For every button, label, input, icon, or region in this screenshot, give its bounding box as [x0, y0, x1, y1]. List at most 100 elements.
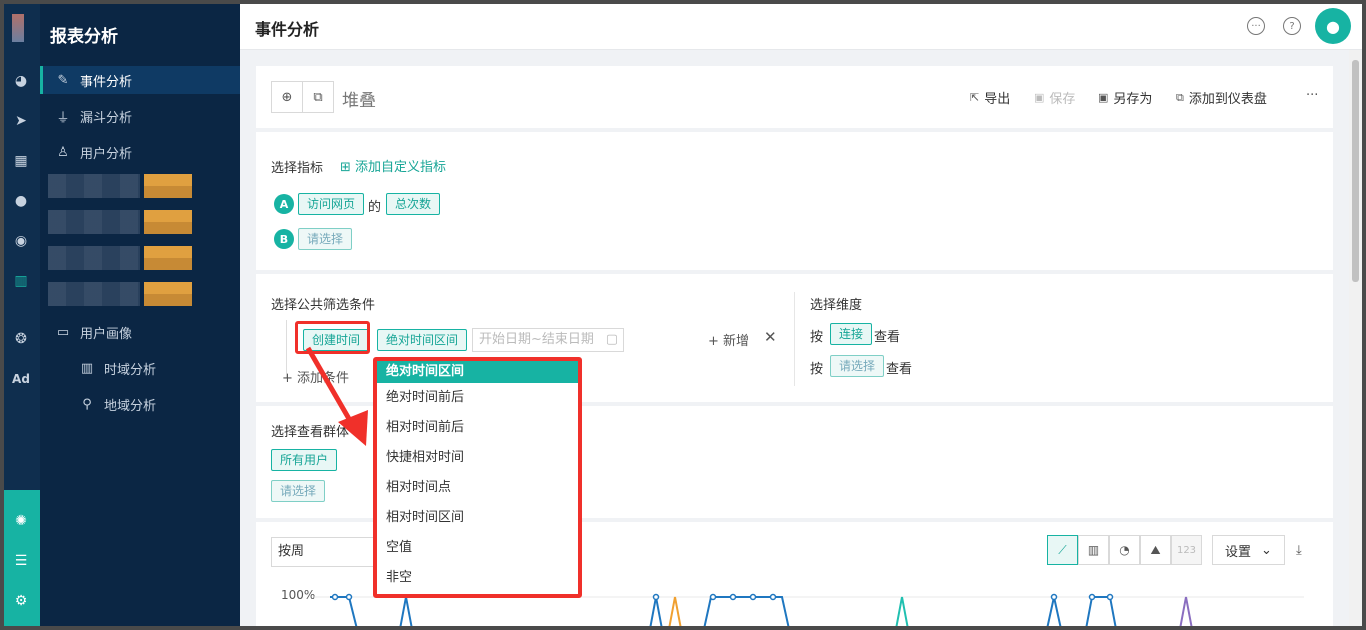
dimension-view-1: 查看 [874, 330, 901, 345]
dimension-view-2: 查看 [886, 362, 913, 377]
help-icon[interactable]: ? [1283, 17, 1301, 35]
dropdown-option[interactable]: 快捷相对时间 [377, 443, 578, 473]
series-segment [1046, 596, 1062, 626]
sidebar-item-region[interactable]: ⚲ 地域分析 [40, 390, 240, 418]
wechat-icon[interactable]: ❂ [11, 330, 31, 348]
hub-icon[interactable]: ✺ [11, 512, 31, 530]
download-icon[interactable]: ⤓ [1296, 543, 1302, 558]
dropdown-option[interactable]: 相对时间点 [377, 473, 578, 503]
audience-choose[interactable]: 请选择 [271, 480, 326, 502]
copy-icon: ⧉ [313, 89, 323, 105]
users-icon[interactable]: ◉ [11, 232, 31, 250]
line-chart-icon: ⟋ [1058, 542, 1067, 557]
series-segment [399, 596, 413, 626]
settings-label: 设置 [1225, 544, 1252, 560]
chevron-down-icon: ⌄ [1261, 542, 1272, 558]
series-segment [1085, 596, 1117, 626]
sidebar-item-label: 用户画像 [80, 326, 133, 342]
sidebar-item-label: 事件分析 [80, 74, 133, 90]
sidebar-item-portrait[interactable]: ▭ 用户画像 [40, 318, 240, 346]
rail-bottom-panel: ✺ ☰ ⚙ [4, 490, 40, 626]
save-as-label: 另存为 [1113, 92, 1153, 107]
data-point [331, 593, 339, 601]
filter-label: 选择公共筛选条件 [271, 298, 376, 313]
page-title: 事件分析 [255, 20, 320, 39]
sidebar-item-label: 漏斗分析 [80, 110, 133, 126]
period-select[interactable]: 按周 [271, 537, 381, 567]
data-point [345, 593, 353, 601]
metrics-section: 选择指标 ⊞ 添加自定义指标 A 访问网页 的 总次数 B 请选择 [256, 132, 1333, 270]
copy-button[interactable]: ⧉ [302, 81, 334, 113]
ad-icon[interactable]: Ad [11, 370, 31, 388]
close-icon[interactable]: ✕ [764, 328, 777, 346]
dropdown-option[interactable]: 非空 [377, 563, 578, 593]
arrow-head [338, 410, 368, 446]
app-logo [12, 14, 24, 42]
settings-dropdown[interactable]: 设置 ⌄ [1212, 535, 1285, 565]
pie-chart-button[interactable]: ◔ [1109, 535, 1140, 565]
data-point [749, 593, 757, 601]
dimension-by-1: 按 [810, 330, 824, 345]
add-dashboard-label: 添加到仪表盘 [1188, 92, 1267, 107]
dropdown-option[interactable]: 绝对时间前后 [377, 383, 578, 413]
export-label: 导出 [984, 92, 1011, 107]
data-point [769, 593, 777, 601]
metric-a-event[interactable]: 访问网页 [298, 193, 365, 215]
more-button[interactable]: ··· [1306, 88, 1318, 103]
user-icon[interactable]: ● [11, 192, 31, 210]
report-name: 堆叠 [342, 91, 376, 111]
series-segment [703, 596, 790, 626]
gear-icon[interactable]: ⚙ [11, 592, 31, 610]
metric-b-event[interactable]: 请选择 [298, 228, 353, 250]
series-segment [649, 596, 663, 626]
bar-chart-icon[interactable]: ▥ [11, 272, 31, 290]
dropdown-option[interactable]: 相对时间前后 [377, 413, 578, 443]
send-icon[interactable]: ➤ [11, 112, 31, 130]
dimension-second[interactable]: 请选择 [830, 355, 885, 377]
dropdown-option[interactable]: 相对时间区间 [377, 503, 578, 533]
dropdown-option[interactable]: 绝对时间区间 [377, 361, 578, 383]
save-label: 保存 [1049, 92, 1076, 107]
area-chart-button[interactable]: ⛰ [1140, 535, 1171, 565]
sidebar-item-event[interactable]: ✎ 事件分析 [40, 66, 240, 94]
series-segment-orange [668, 596, 682, 626]
bar-chart-icon: ▥ [1087, 543, 1100, 557]
dimension-first[interactable]: 连接 [830, 323, 873, 345]
sidebar-item-time-domain[interactable]: ▥ 时域分析 [40, 354, 240, 382]
save-button[interactable]: ▣ 保存 [1034, 88, 1075, 107]
sidebar-item-user[interactable]: ♙ 用户分析 [40, 138, 240, 166]
message-icon[interactable]: ··· [1247, 17, 1265, 35]
data-point [1106, 593, 1114, 601]
save-as-button[interactable]: ▣ 另存为 [1098, 88, 1152, 107]
server-icon[interactable]: ☰ [11, 552, 31, 570]
metric-a-badge: A [274, 194, 294, 214]
add-button[interactable]: ⊕ [271, 81, 303, 113]
avatar[interactable]: ● [1315, 8, 1351, 44]
date-range-input[interactable]: 开始日期~结束日期 ▢ [472, 328, 624, 352]
series-segment [330, 596, 358, 626]
y-axis-top-label: 100% [281, 588, 316, 602]
icon-rail: ◕ ➤ ▦ ● ◉ ▥ ❂ Ad ✺ ☰ ⚙ [4, 4, 40, 626]
export-button[interactable]: ⇱ 导出 [970, 88, 1010, 107]
page-scrollbar[interactable] [1349, 50, 1362, 626]
funnel-icon: ⏚ [56, 110, 70, 126]
dimension-label: 选择维度 [810, 298, 863, 313]
number-view-button[interactable]: 123 [1171, 535, 1202, 565]
data-point [652, 593, 660, 601]
data-point [709, 593, 717, 601]
add-new-button[interactable]: + 新增 [708, 330, 749, 349]
annotation-arrow [305, 346, 368, 446]
line-chart-button[interactable]: ⟋ [1047, 535, 1078, 565]
scrollbar-thumb[interactable] [1352, 60, 1359, 282]
add-dashboard-button[interactable]: ⧉ 添加到仪表盘 [1176, 88, 1267, 108]
layout-icon[interactable]: ▦ [11, 152, 31, 170]
bar-chart-button[interactable]: ▥ [1078, 535, 1109, 565]
dropdown-option[interactable]: 空值 [377, 533, 578, 563]
add-custom-metric-link[interactable]: ⊞ 添加自定义指标 [340, 156, 446, 175]
pie-chart-icon: ◔ [1119, 543, 1130, 557]
filter-operator[interactable]: 绝对时间区间 [377, 329, 468, 351]
top-header: 事件分析 ··· ? ● [240, 4, 1362, 50]
metric-a-measure[interactable]: 总次数 [386, 193, 441, 215]
sidebar-item-funnel[interactable]: ⏚ 漏斗分析 [40, 102, 240, 130]
dashboard-icon[interactable]: ◕ [11, 72, 31, 90]
